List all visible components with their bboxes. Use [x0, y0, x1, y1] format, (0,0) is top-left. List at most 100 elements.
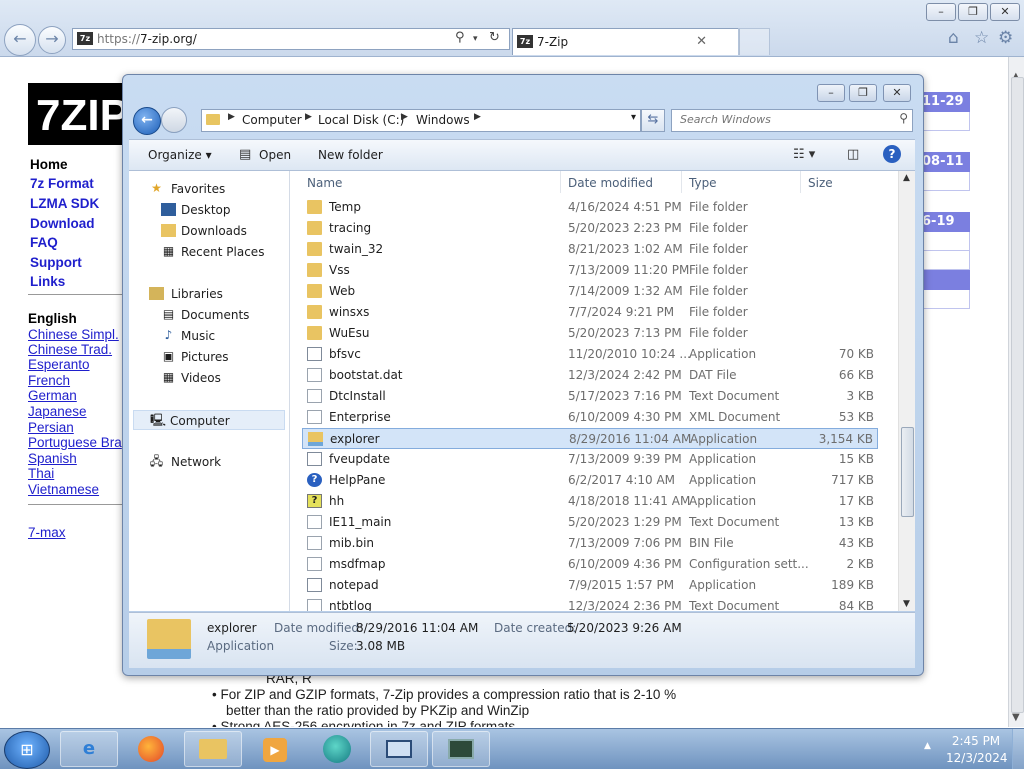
open-button[interactable]: Open [259, 148, 291, 162]
nav-pictures[interactable]: ▣ Pictures [129, 347, 289, 367]
help-icon[interactable]: ? [883, 145, 901, 163]
explorer-folder-icon[interactable] [184, 731, 242, 767]
column-type[interactable]: Type [689, 176, 717, 190]
restore-button[interactable]: ❐ [958, 3, 988, 21]
lang-thai[interactable]: Thai [28, 466, 54, 481]
chevron-right-icon[interactable]: ▶ [305, 112, 312, 122]
nav-documents[interactable]: ▤ Documents [129, 305, 289, 325]
lang-portuguese[interactable]: Portuguese Bra [28, 435, 122, 450]
breadcrumb-windows[interactable]: Windows [416, 113, 470, 127]
chevron-right-icon[interactable]: ▶ [474, 112, 481, 122]
show-desktop-button[interactable] [1012, 729, 1024, 769]
browser-globe-icon[interactable] [308, 731, 366, 767]
column-name[interactable]: Name [307, 176, 342, 190]
nav-desktop[interactable]: Desktop [129, 200, 289, 220]
start-button[interactable]: ⊞ [4, 731, 50, 769]
explorer-minimize-button[interactable]: – [817, 84, 845, 102]
preview-pane-icon[interactable]: ◫ [847, 147, 859, 162]
lang-japanese[interactable]: Japanese [28, 404, 87, 419]
site-logo[interactable]: 7ZIP [28, 83, 129, 145]
close-button[interactable]: ✕ [990, 3, 1020, 21]
media-player-icon[interactable]: ▶ [246, 731, 304, 767]
file-row[interactable]: twain_32 8/21/2023 1:02 AM File folder [302, 239, 878, 260]
nav-lzma-sdk[interactable]: LZMA SDK [30, 196, 99, 211]
scroll-down-icon[interactable]: ▼ [1012, 712, 1020, 723]
explorer-maximize-button[interactable]: ❐ [849, 84, 877, 102]
nav-download[interactable]: Download [30, 216, 95, 231]
explorer-close-button[interactable]: ✕ [883, 84, 911, 102]
file-row[interactable]: winsxs 7/7/2024 9:21 PM File folder [302, 302, 878, 323]
nav-support[interactable]: Support [30, 255, 82, 270]
home-icon[interactable]: ⌂ [948, 28, 959, 48]
column-separator[interactable] [560, 171, 561, 193]
file-list-scrollbar[interactable]: ▲ ▼ [898, 171, 915, 611]
lang-chinese-simpl[interactable]: Chinese Simpl. [28, 327, 119, 342]
tab-7zip[interactable]: 7z 7-Zip ✕ [512, 28, 740, 55]
lang-chinese-trad[interactable]: Chinese Trad. [28, 342, 112, 357]
clock-time[interactable]: 2:45 PM [946, 734, 1006, 748]
explorer-back-button[interactable]: ← [133, 107, 161, 135]
minimize-button[interactable]: – [926, 3, 956, 21]
file-row[interactable]: Vss 7/13/2009 11:20 PM File folder [302, 260, 878, 281]
file-row[interactable]: IE11_main 5/20/2023 1:29 PM Text Document 1… [302, 512, 878, 533]
scroll-up-icon[interactable]: ▲ [903, 173, 910, 183]
nav-links[interactable]: Links [30, 274, 65, 289]
file-row[interactable]: mib.bin 7/13/2009 7:06 PM BIN File 43 KB [302, 533, 878, 554]
nav-videos[interactable]: ▦ Videos [129, 368, 289, 388]
address-bar[interactable]: 7z https://7-zip.org/ ⚲ ▾ ↻ [72, 28, 510, 50]
nav-home[interactable]: Home [30, 157, 68, 172]
organize-button[interactable]: Organize ▾ [148, 148, 212, 162]
nav-music[interactable]: ♪ Music [129, 326, 289, 346]
file-list-scroll-thumb[interactable] [901, 427, 914, 517]
display-icon[interactable] [370, 731, 428, 767]
explorer-address-bar[interactable]: ▶ Computer ▶ Local Disk (C:) ▶ Windows ▶… [201, 109, 641, 132]
file-row[interactable]: Temp 4/16/2024 4:51 PM File folder [302, 197, 878, 218]
tray-expand-icon[interactable]: ▲ [924, 741, 931, 751]
new-folder-button[interactable]: New folder [318, 148, 383, 162]
file-row[interactable]: Web 7/14/2009 1:32 AM File folder [302, 281, 878, 302]
lang-german[interactable]: German [28, 388, 77, 403]
file-row[interactable]: msdfmap 6/10/2009 4:36 PM Configuration se… [302, 554, 878, 575]
refresh-icon[interactable]: ↻ [489, 30, 500, 45]
nav-7z-format[interactable]: 7z Format [30, 176, 94, 191]
back-button[interactable]: ← [4, 24, 36, 56]
nav-computer[interactable]: 🖳 Computer [133, 410, 285, 430]
breadcrumb-local-disk[interactable]: Local Disk (C:) [318, 113, 404, 127]
file-row[interactable]: bfsvc 11/20/2010 10:24 ... Application 70 K… [302, 344, 878, 365]
view-options-icon[interactable]: ☷ ▾ [793, 147, 815, 162]
breadcrumb-computer[interactable]: Computer [242, 113, 302, 127]
file-row[interactable]: ? hh 4/18/2018 11:41 AM Application 17 KB [302, 491, 878, 512]
nav-recent-places[interactable]: ▦ Recent Places [129, 242, 289, 262]
address-dropdown-icon[interactable]: ▾ [631, 112, 636, 123]
file-row[interactable]: fveupdate 7/13/2009 9:39 PM Application 15 … [302, 449, 878, 470]
firefox-icon[interactable] [122, 731, 180, 767]
explorer-forward-button[interactable] [161, 107, 187, 133]
column-date-modified[interactable]: Date modified [568, 176, 653, 190]
dropdown-icon[interactable]: ▾ [473, 34, 478, 44]
lang-persian[interactable]: Persian [28, 420, 74, 435]
clock-date[interactable]: 12/3/2024 [946, 751, 1008, 765]
scroll-down-icon[interactable]: ▼ [903, 599, 910, 609]
explorer-search-box[interactable]: ⚲ [671, 109, 913, 132]
file-row[interactable]: bootstat.dat 12/3/2024 2:42 PM DAT File 66 … [302, 365, 878, 386]
lang-spanish[interactable]: Spanish [28, 451, 77, 466]
file-row[interactable]: explorer 8/29/2016 11:04 AM Application 3,1… [302, 428, 878, 449]
file-row[interactable]: WuEsu 5/20/2023 7:13 PM File folder [302, 323, 878, 344]
file-row[interactable]: tracing 5/20/2023 2:23 PM File folder [302, 218, 878, 239]
lang-esperanto[interactable]: Esperanto [28, 357, 90, 372]
lang-french[interactable]: French [28, 373, 70, 388]
search-input[interactable] [678, 112, 882, 127]
file-row[interactable]: ntbtlog 12/3/2024 2:36 PM Text Document 84 … [302, 596, 878, 611]
gear-icon[interactable]: ⚙ [998, 28, 1013, 48]
nav-faq[interactable]: FAQ [30, 235, 58, 250]
nav-network[interactable]: 🖧 Network [129, 452, 289, 472]
star-icon[interactable]: ☆ [974, 28, 989, 48]
file-row[interactable]: notepad 7/9/2015 1:57 PM Application 189 KB [302, 575, 878, 596]
link-7-max[interactable]: 7-max [28, 525, 66, 540]
column-size[interactable]: Size [808, 176, 833, 190]
tab-close-icon[interactable]: ✕ [696, 34, 707, 49]
chevron-right-icon[interactable]: ▶ [228, 112, 235, 122]
nav-favorites[interactable]: ★ Favorites [129, 179, 289, 199]
page-scroll-thumb[interactable] [1011, 77, 1024, 713]
file-row[interactable]: ? HelpPane 6/2/2017 4:10 AM Application 717 … [302, 470, 878, 491]
